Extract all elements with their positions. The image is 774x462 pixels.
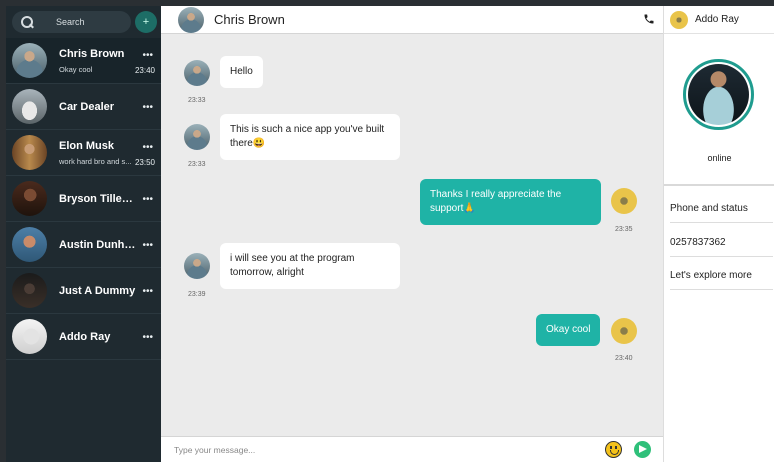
more-options-icon[interactable]: •••: [142, 332, 153, 343]
contact-name: Just A Dummy: [59, 284, 136, 297]
avatar: [12, 89, 47, 124]
contact-name: Car Dealer: [59, 100, 115, 113]
search-row: Search +: [6, 6, 161, 34]
avatar: [12, 319, 47, 354]
profile-name: Addo Ray: [695, 14, 739, 25]
profile-panel: Addo Ray online Phone and status 0257837…: [663, 6, 774, 462]
message-input[interactable]: Type your message...: [174, 445, 605, 455]
avatar: [12, 227, 47, 262]
profile-status: online: [707, 153, 732, 163]
more-options-icon[interactable]: •••: [142, 240, 153, 251]
message-time: 23:39: [188, 291, 206, 298]
contact-name: Addo Ray: [59, 330, 111, 343]
avatar: [184, 124, 210, 150]
search-label: Search: [56, 17, 85, 27]
divider: [664, 184, 774, 186]
more-options-icon[interactable]: •••: [142, 142, 153, 153]
profile-header: Addo Ray: [664, 6, 774, 34]
contact-name: Bryson Tiller (G...: [59, 192, 137, 205]
chat-header: Chris Brown: [161, 6, 663, 34]
message-bubble: Hello: [220, 56, 263, 88]
message-bubble: i will see you at the program tomorrow, …: [220, 243, 400, 289]
contact-item-chris-brown[interactable]: Chris Brown Okay cool ••• 23:40: [6, 38, 161, 84]
avatar[interactable]: [178, 6, 204, 33]
send-icon[interactable]: [634, 441, 651, 458]
contact-name: Elon Musk: [59, 139, 115, 152]
add-contact-button[interactable]: +: [135, 11, 157, 33]
more-options-icon[interactable]: •••: [142, 102, 153, 113]
contact-time: 23:50: [134, 158, 155, 167]
contact-time: 23:40: [134, 66, 155, 75]
message-composer: Type your message...: [161, 436, 663, 462]
avatar: [12, 273, 47, 308]
contacts-sidebar: Search + Chris Brown Okay cool ••• 23:40…: [6, 6, 161, 462]
emoji-icon[interactable]: [605, 441, 622, 458]
message-bubble: This is such a nice app you've built the…: [220, 114, 400, 160]
contact-last-message: work hard bro and s...: [59, 156, 131, 166]
contact-list: Chris Brown Okay cool ••• 23:40 Car Deal…: [6, 38, 161, 360]
avatar: [670, 10, 688, 29]
avatar: [184, 60, 210, 86]
message-time: 23:35: [615, 226, 633, 233]
profile-avatar: [683, 59, 754, 130]
avatar: [12, 181, 47, 216]
contact-item-bryson-tiller[interactable]: Bryson Tiller (G... •••: [6, 176, 161, 222]
message-list: Hello 23:33 This is such a nice app you'…: [161, 34, 663, 436]
profile-item-phone-status[interactable]: Phone and status: [670, 203, 773, 223]
message-bubble: Thanks I really appreciate the support🙏: [420, 179, 601, 225]
chat-panel: Chris Brown Hello 23:33 This is such a n…: [161, 6, 663, 462]
contact-item-austin-dunham[interactable]: Austin Dunham •••: [6, 222, 161, 268]
message-time: 23:33: [188, 161, 206, 168]
chat-title: Chris Brown: [214, 12, 285, 27]
contact-name: Austin Dunham: [59, 238, 137, 251]
contact-name: Chris Brown: [59, 47, 125, 60]
profile-item-phone-number: 0257837362: [670, 237, 773, 257]
more-options-icon[interactable]: •••: [142, 50, 153, 61]
contact-item-car-dealer[interactable]: Car Dealer •••: [6, 84, 161, 130]
avatar: [12, 43, 47, 78]
more-options-icon[interactable]: •••: [142, 286, 153, 297]
contact-item-addo-ray[interactable]: Addo Ray •••: [6, 314, 161, 360]
message-bubble: Okay cool: [536, 314, 601, 346]
search-input[interactable]: Search: [12, 11, 131, 33]
more-options-icon[interactable]: •••: [142, 194, 153, 205]
contact-item-elon-musk[interactable]: Elon Musk work hard bro and s... ••• 23:…: [6, 130, 161, 176]
message-time: 23:33: [188, 97, 206, 104]
avatar: [611, 318, 637, 344]
contact-item-just-a-dummy[interactable]: Just A Dummy •••: [6, 268, 161, 314]
contact-last-message: Okay cool: [59, 64, 93, 74]
avatar: [184, 253, 210, 279]
profile-item-explore[interactable]: Let's explore more: [670, 270, 773, 290]
message-time: 23:40: [615, 355, 633, 362]
avatar: [611, 188, 637, 214]
avatar: [12, 135, 47, 170]
search-icon: [20, 15, 34, 29]
phone-icon[interactable]: [643, 12, 655, 26]
